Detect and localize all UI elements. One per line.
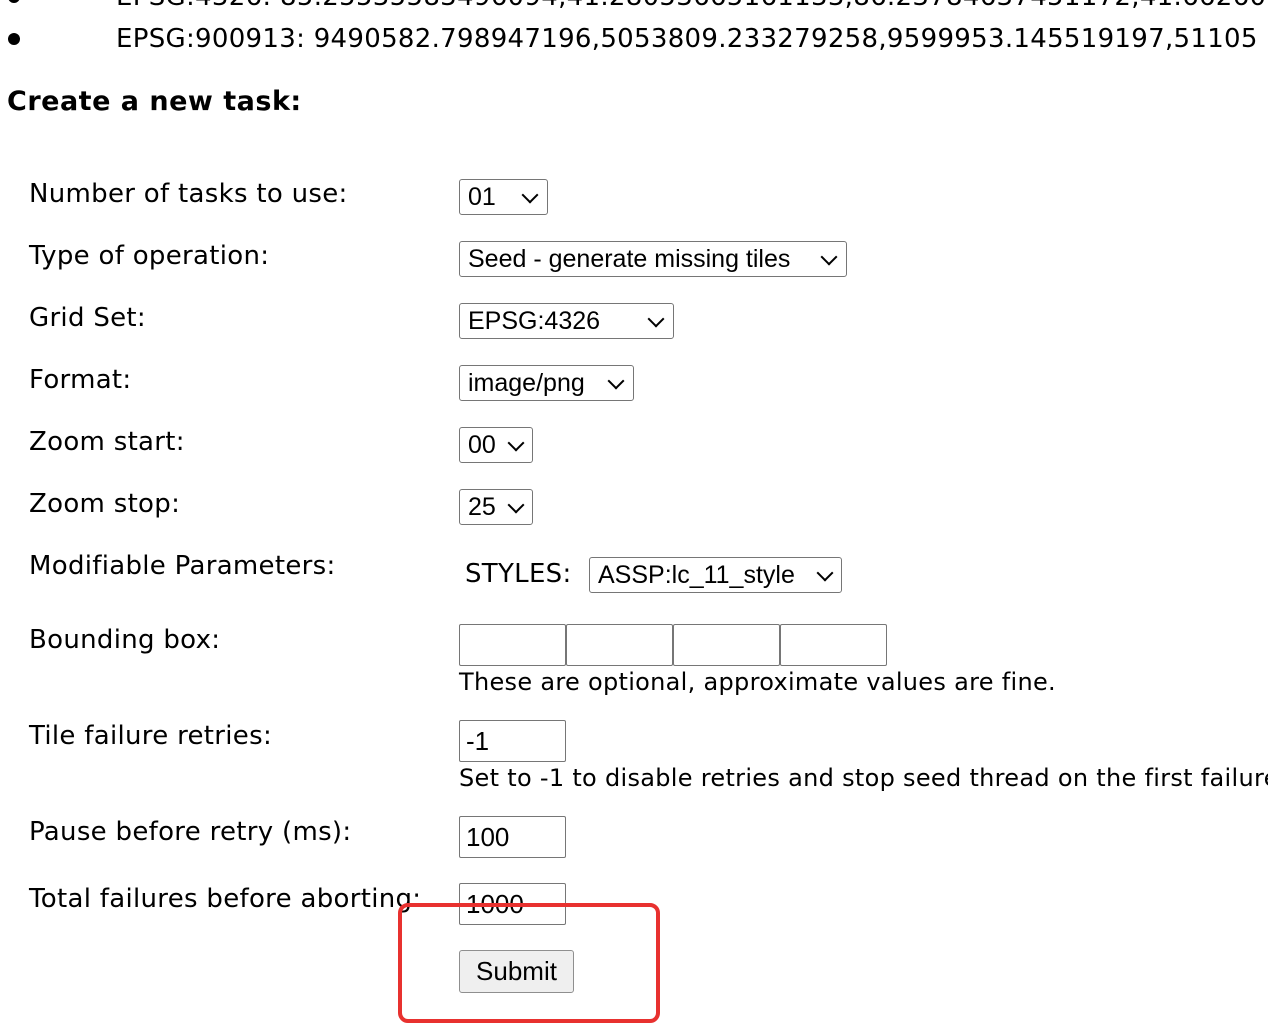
total-failures-label: Total failures before aborting: bbox=[29, 884, 422, 914]
bbox-miny-input[interactable] bbox=[566, 624, 673, 666]
params-label: Modifiable Parameters: bbox=[29, 551, 336, 581]
retries-input[interactable] bbox=[459, 720, 566, 762]
bbox-crs-label: EPSG:4326: bbox=[116, 0, 271, 12]
submit-button[interactable]: Submit bbox=[459, 950, 574, 993]
bbox-maxx-input[interactable] bbox=[673, 624, 780, 666]
pause-label: Pause before retry (ms): bbox=[29, 817, 352, 847]
pause-input[interactable] bbox=[459, 816, 566, 858]
retries-hint: Set to -1 to disable retries and stop se… bbox=[459, 764, 1268, 792]
styles-label: STYLES: bbox=[465, 559, 572, 589]
page-title: Create a new task: bbox=[7, 86, 302, 117]
bbox-value: 9490582.798947196,5053809.233279258,9599… bbox=[313, 24, 1258, 54]
num-tasks-select[interactable]: 01 bbox=[459, 179, 548, 215]
bbox-crs-label: EPSG:900913: bbox=[116, 24, 306, 54]
bbox-list: EPSG:4326: 85.25535583496094,41.28053665… bbox=[7, 0, 1266, 60]
operation-label: Type of operation: bbox=[29, 241, 270, 271]
gridset-label: Grid Set: bbox=[29, 303, 146, 333]
list-item: EPSG:900913: 9490582.798947196,5053809.2… bbox=[7, 18, 1257, 60]
bbox-value: 85.25535583496094,41.28053665161133,86.2… bbox=[280, 0, 1266, 12]
num-tasks-label: Number of tasks to use: bbox=[29, 179, 348, 209]
zoom-stop-select[interactable]: 25 bbox=[459, 489, 533, 525]
gridset-select[interactable]: EPSG:4326 bbox=[459, 303, 674, 339]
operation-select[interactable]: Seed - generate missing tiles bbox=[459, 241, 847, 277]
zoom-start-select[interactable]: 00 bbox=[459, 427, 533, 463]
retries-label: Tile failure retries: bbox=[29, 721, 273, 751]
list-item: EPSG:4326: 85.25535583496094,41.28053665… bbox=[7, 0, 1266, 18]
bbox-label: Bounding box: bbox=[29, 625, 221, 655]
bbox-hint: These are optional, approximate values a… bbox=[459, 668, 1056, 696]
zoom-stop-label: Zoom stop: bbox=[29, 489, 181, 519]
bbox-minx-input[interactable] bbox=[459, 624, 566, 666]
styles-select[interactable]: ASSP:lc_11_style bbox=[589, 557, 842, 593]
zoom-start-label: Zoom start: bbox=[29, 427, 185, 457]
format-label: Format: bbox=[29, 365, 132, 395]
bbox-maxy-input[interactable] bbox=[780, 624, 887, 666]
format-select[interactable]: image/png bbox=[459, 365, 634, 401]
page: EPSG:4326: 85.25535583496094,41.28053665… bbox=[0, 0, 1268, 1036]
total-failures-input[interactable] bbox=[459, 883, 566, 925]
